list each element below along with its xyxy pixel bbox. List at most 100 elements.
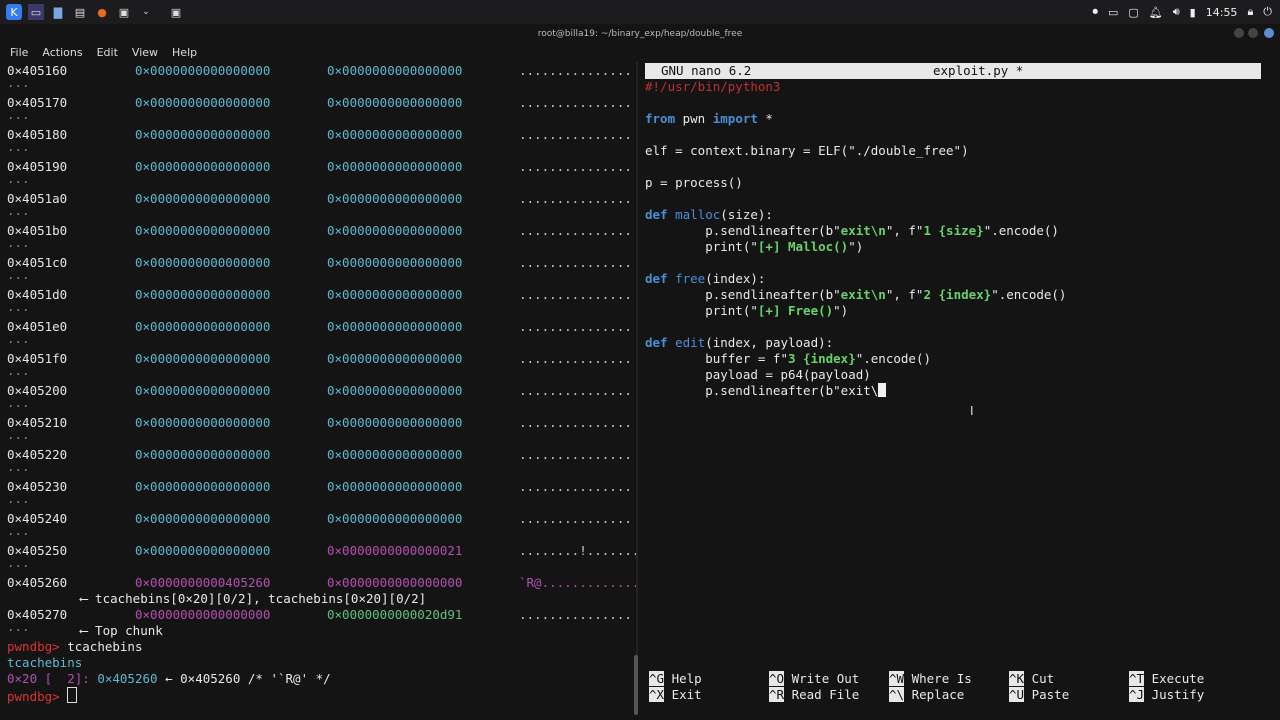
code-line-5[interactable]: elf = context.binary = ELF("./double_fre… xyxy=(645,143,969,159)
maximize-button[interactable] xyxy=(1248,28,1258,38)
lock-icon[interactable]: 🔒︎ xyxy=(1247,5,1253,19)
text-editor-icon[interactable]: ▤ xyxy=(72,4,88,20)
output-header: tcachebins xyxy=(7,655,83,670)
menu-view[interactable]: View xyxy=(132,46,158,59)
nano-pane[interactable]: GNU nano 6.2 exploit.py * #!/usr/bin/pyth… xyxy=(641,62,1280,712)
code-line-14[interactable]: p.sendlineafter(b"exit\n", f"2 {index}".… xyxy=(645,287,1066,303)
nano-shortcut[interactable]: ^R Read File xyxy=(769,687,859,703)
firefox-icon[interactable]: ● xyxy=(94,4,110,20)
memory-ascii: ............... xyxy=(519,479,632,494)
code-line-17[interactable]: def edit(index, payload): xyxy=(645,335,833,351)
kali-menu-icon[interactable]: K xyxy=(6,4,22,20)
shortcut-key: ^X xyxy=(649,687,665,702)
keyword: def xyxy=(645,271,668,286)
code-line-15[interactable]: print("[+] Free()") xyxy=(645,303,848,319)
memory-ascii: ............... xyxy=(519,511,632,526)
terminal-line[interactable]: tcachebins xyxy=(7,655,82,671)
memory-value: 0×0000000000000000 xyxy=(135,543,271,558)
memory-row: 0×405200 0×0000000000000000 0×000000000000… xyxy=(0,383,636,399)
active-terminal-icon[interactable]: ▣ xyxy=(168,4,184,20)
display-icon[interactable]: ▭ xyxy=(1108,6,1118,19)
window-title: root@billa19: ~/binary_exp/heap/double_f… xyxy=(537,29,743,39)
shortcut-label: Help xyxy=(671,671,702,686)
memory-row: 0×405260 0×0000000000405260 0×000000000000… xyxy=(0,575,639,591)
terminal-line[interactable]: pwndbg> xyxy=(7,687,78,704)
nano-shortcut[interactable]: ^O Write Out xyxy=(769,671,859,687)
shortcut-label: Where Is xyxy=(911,671,972,686)
battery-icon[interactable]: ▮ xyxy=(1190,6,1196,19)
pwndbg-pane[interactable]: 0×405160 0×0000000000000000 0×000000000000… xyxy=(0,62,639,712)
code-line-19[interactable]: payload = p64(payload) xyxy=(645,367,871,383)
menu-edit[interactable]: Edit xyxy=(97,46,118,59)
nano-shortcut[interactable]: ^T Execute xyxy=(1129,671,1204,687)
code-line-18[interactable]: buffer = f"3 {index}".encode() xyxy=(645,351,931,367)
memory-value: 0×0000000000000000 xyxy=(327,479,463,494)
nano-shortcut[interactable]: ^K Cut xyxy=(1009,671,1054,687)
code-text: p.sendlineafter(b" xyxy=(645,223,841,238)
code-line-20[interactable]: p.sendlineafter(b"exit\ xyxy=(645,383,887,399)
shortcut-key: ^T xyxy=(1129,671,1145,686)
minimize-button[interactable] xyxy=(1234,28,1244,38)
memory-value: 0×0000000000000000 xyxy=(135,479,271,494)
taskbar: K ▭ ▇ ▤ ● ▣ ⌄ ▣ ⏺ ▭ ▢ 🔔︎ 🔊︎ ▮ 14:55 🔒︎ ⏻ xyxy=(0,0,1280,24)
chevron-down-icon[interactable]: ⌄ xyxy=(138,4,154,20)
code-text: ", f" xyxy=(885,223,924,238)
folder-icon[interactable]: ▇ xyxy=(50,4,66,20)
code-line-9[interactable]: def malloc(size): xyxy=(645,207,773,223)
memory-value: 0×0000000000000000 xyxy=(327,575,463,590)
pane-divider[interactable] xyxy=(636,62,638,712)
memory-value: 0×0000000000000000 xyxy=(327,255,463,270)
terminal-cursor xyxy=(67,687,78,703)
nano-shortcut[interactable]: ^U Paste xyxy=(1009,687,1069,703)
memory-address: 0×405260 xyxy=(7,575,68,590)
code-line-11[interactable]: print("[+] Malloc()") xyxy=(645,239,863,255)
function-name: malloc xyxy=(675,207,721,222)
memory-ascii: ............... xyxy=(519,255,632,270)
bell-icon[interactable]: 🔔︎ xyxy=(1149,6,1163,19)
nano-version: GNU nano 6.2 xyxy=(661,63,752,78)
memory-value: 0×0000000000000000 xyxy=(135,63,271,78)
menu-file[interactable]: File xyxy=(10,46,28,59)
terminal-line[interactable]: pwndbg> tcachebins xyxy=(7,639,142,655)
menu-help[interactable]: Help xyxy=(172,46,197,59)
terminal-icon[interactable]: ▣ xyxy=(116,4,132,20)
keyword: def xyxy=(645,207,668,222)
shortcut-key: ^G xyxy=(649,671,665,686)
code-line-3[interactable]: from pwn import * xyxy=(645,111,773,127)
power-icon[interactable]: ⏻ xyxy=(1263,5,1272,19)
code-line-13[interactable]: def free(index): xyxy=(645,271,765,287)
nano-shortcut[interactable]: ^X Exit xyxy=(649,687,702,703)
terminal-line[interactable]: 0×20 [ 2]: 0×405260 ← 0×405260 /* '`R@' … xyxy=(7,671,331,687)
nano-shortcut[interactable]: ^G Help xyxy=(649,671,702,687)
text-cursor xyxy=(878,383,887,397)
window-icon[interactable]: ▢ xyxy=(1128,6,1138,19)
record-icon[interactable]: ⏺ xyxy=(1092,5,1098,19)
code-text: buffer = f" xyxy=(645,351,788,366)
nano-shortcut[interactable]: ^W Where Is xyxy=(889,671,972,687)
memory-row: 0×4051c0 0×0000000000000000 0×000000000000… xyxy=(0,255,636,271)
code-line-1[interactable]: #!/usr/bin/python3 xyxy=(645,79,780,95)
menu-actions[interactable]: Actions xyxy=(42,46,82,59)
shortcut-label: Paste xyxy=(1031,687,1070,702)
function-name: free xyxy=(675,271,706,286)
clock[interactable]: 14:55 xyxy=(1206,6,1238,19)
memory-ascii: ............... xyxy=(519,223,632,238)
nano-shortcut[interactable]: ^\ Replace xyxy=(889,687,964,703)
memory-value: 0×0000000000000000 xyxy=(327,447,463,462)
memory-value: 0×0000000000000000 xyxy=(327,63,463,78)
volume-icon[interactable]: 🔊︎ xyxy=(1173,5,1180,19)
prompt: pwndbg> xyxy=(7,639,60,654)
shortcut-key: ^J xyxy=(1129,687,1145,702)
code-line-7[interactable]: p = process() xyxy=(645,175,743,191)
scrollbar[interactable] xyxy=(634,655,638,715)
workspace-icon[interactable]: ▭ xyxy=(28,4,44,20)
close-button[interactable] xyxy=(1264,28,1274,38)
window-titlebar: root@billa19: ~/binary_exp/heap/double_f… xyxy=(0,24,1280,44)
nano-shortcut[interactable]: ^J Justify xyxy=(1129,687,1204,703)
code-line-10[interactable]: p.sendlineafter(b"exit\n", f"1 {size}".e… xyxy=(645,223,1059,239)
